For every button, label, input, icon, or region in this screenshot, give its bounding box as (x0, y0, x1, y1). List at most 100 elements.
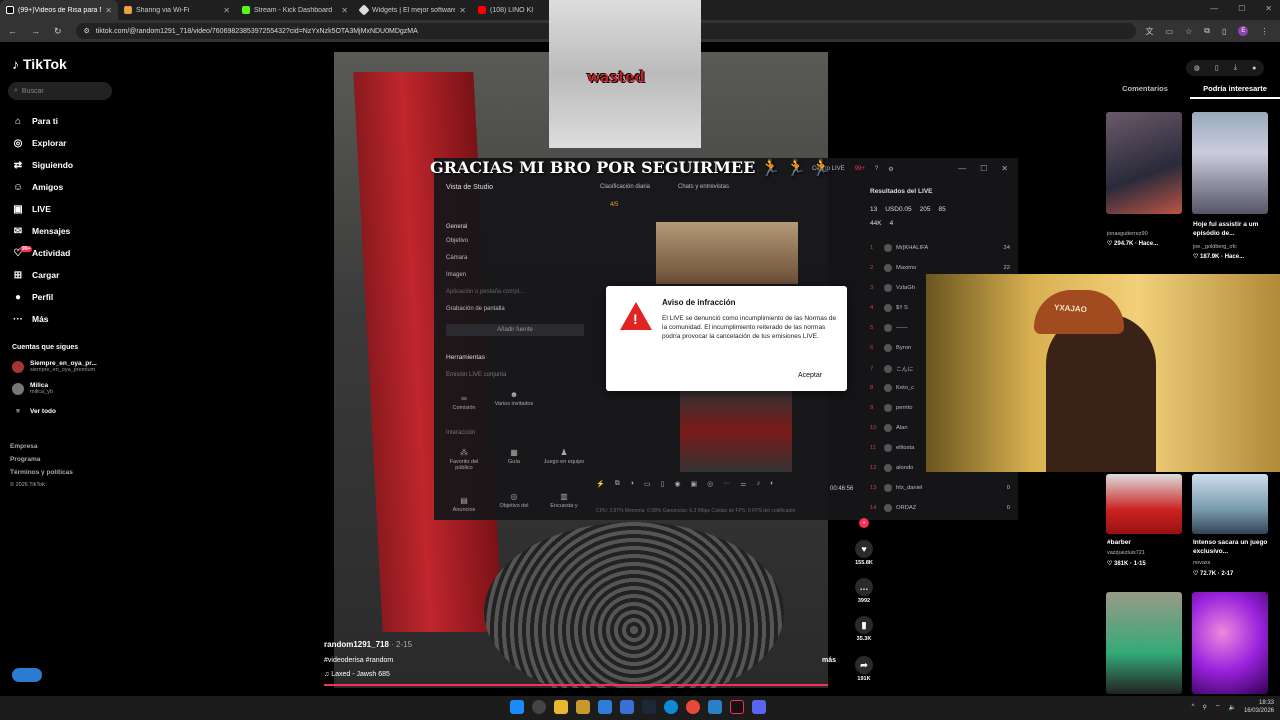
maximize-icon[interactable]: ☐ (980, 164, 987, 173)
copy-icon[interactable]: ⧉ (615, 480, 620, 488)
close-tab-icon[interactable]: ✕ (105, 6, 112, 15)
footer-link[interactable]: Programa (10, 453, 73, 466)
phone-icon[interactable]: ▯ (661, 480, 665, 488)
tool-announcements[interactable]: ▤ Anuncios (442, 496, 486, 513)
sidebar-item-para-ti[interactable]: ⌂ Para ti (12, 110, 73, 132)
tab-sharing[interactable]: Sharing via Wi-Fi ✕ (118, 0, 236, 20)
sidebar-item-amigos[interactable]: ☺ Amigos (12, 176, 73, 198)
layout-icon[interactable]: ▣ (691, 480, 698, 488)
general-label[interactable]: General (446, 224, 467, 230)
suggested-user[interactable]: joe._goldberg_ofc (1193, 244, 1271, 250)
source-item[interactable]: Imagen (446, 272, 466, 278)
video-progress-bar[interactable] (324, 684, 828, 686)
suggested-user[interactable]: novaxs (1193, 560, 1271, 566)
reload-icon[interactable]: ↻ (54, 26, 62, 37)
chrome-icon[interactable] (686, 700, 700, 714)
studio-view-title[interactable]: Vista de Studio (446, 184, 493, 191)
steam-icon[interactable] (642, 700, 656, 714)
close-tab-icon[interactable]: ✕ (459, 6, 466, 15)
mic-icon[interactable]: ◐ (770, 480, 774, 488)
suggested-thumbnail[interactable] (1106, 112, 1182, 214)
profile-avatar[interactable]: E (1238, 26, 1249, 36)
search-input[interactable]: ⌕ Buscar (8, 82, 112, 100)
site-info-icon[interactable]: ⚙ (84, 27, 90, 35)
download-icon[interactable]: ⤓ (1234, 64, 1237, 72)
extensions-icon[interactable]: ⧉ (1204, 26, 1210, 36)
tab-chats[interactable]: Chats y entrevistas (678, 184, 729, 190)
tab-comentarios[interactable]: Comentarios (1100, 84, 1190, 99)
suggested-thumbnail[interactable] (1106, 474, 1182, 534)
ranking-row[interactable]: 13 htx_daniel 0 (870, 484, 1010, 492)
suggested-user[interactable]: jonasgutierrez90 (1107, 231, 1185, 237)
minimize-icon[interactable]: — (1210, 4, 1218, 13)
close-tab-icon[interactable]: ✕ (341, 6, 348, 15)
source-item[interactable]: Aplicación o pestaña compl... (446, 289, 524, 295)
target-icon[interactable]: ◎ (707, 480, 713, 488)
tray-chevron-icon[interactable]: ^ (1192, 704, 1195, 710)
footer-link[interactable]: Términos y políticas (10, 466, 73, 479)
video-hashtags[interactable]: #videoderisa #random (324, 657, 393, 664)
tool-commission[interactable]: ∞ Comisión (442, 394, 486, 411)
user-avatar-icon[interactable]: ● (1252, 65, 1256, 72)
suggested-user[interactable]: vazquezluis721 (1107, 550, 1185, 556)
close-tab-icon[interactable]: ✕ (223, 6, 230, 15)
toggle-switch[interactable] (12, 668, 42, 682)
tool-wand-icon[interactable]: ⚡ (596, 480, 605, 488)
widgets-app-icon[interactable] (532, 700, 546, 714)
tool-poll[interactable]: ▥ Encuesta y (542, 492, 586, 509)
tool-audience-favorite[interactable]: ⁂ Favorito del público (442, 448, 486, 471)
add-source-button[interactable]: Añadir fuente (446, 324, 584, 336)
photos-icon[interactable] (708, 700, 722, 714)
tool-team-game[interactable]: ♟ Juego en equipo (542, 448, 586, 465)
suggested-caption[interactable]: Intenso sacara un juego exclusivo... (1193, 538, 1271, 556)
footer-link[interactable]: Empresa (10, 440, 73, 453)
forward-icon[interactable]: → (31, 26, 40, 37)
ranking-row[interactable]: 2 Maximo 22 (870, 264, 1010, 272)
notification-badge[interactable]: 99+ (855, 166, 865, 173)
sidebar-item-live[interactable]: ▣ LIVE (12, 198, 73, 220)
tab-daily-ranking[interactable]: Clasificación diaria (600, 184, 650, 190)
like-button[interactable]: ♥ 155.8K (848, 540, 880, 566)
network-icon[interactable]: ⌔ (1215, 703, 1221, 711)
record-icon[interactable]: ◉ (674, 480, 680, 488)
tab-podria-interesarte[interactable]: Podría interesarte (1190, 84, 1280, 99)
suggested-thumbnail[interactable] (1192, 474, 1268, 534)
close-icon[interactable]: ✕ (1001, 164, 1008, 173)
tiktok-logo[interactable]: ♪ TikTok (12, 56, 67, 72)
sidebar-panel-icon[interactable]: ▯ (1222, 27, 1226, 36)
tiktok-live-studio-icon[interactable] (730, 700, 744, 714)
suggested-caption[interactable]: Hoje fui assistir a um episódio de... (1193, 220, 1271, 238)
sidebar-item-actividad[interactable]: ♡ 99+ Actividad (12, 242, 73, 264)
coin-icon[interactable]: ◍ (1194, 64, 1200, 72)
followed-account[interactable]: Milica milica_yb (12, 382, 53, 395)
effects-icon[interactable]: ◑ (630, 480, 634, 488)
cast-icon[interactable]: ▭ (1166, 27, 1174, 36)
more-link[interactable]: más (822, 657, 836, 664)
video-author[interactable]: random1291_718 (324, 640, 389, 649)
speaker-icon[interactable]: 🔈 (1228, 704, 1235, 711)
bookmark-star-icon[interactable]: ☆ (1185, 27, 1192, 36)
source-item[interactable]: Cámara (446, 255, 467, 261)
back-icon[interactable]: ← (8, 26, 17, 37)
tool-multi-guest[interactable]: ☻ Varios invitados (492, 390, 536, 407)
tool-guide[interactable]: ▦ Guía (492, 448, 536, 465)
device-icon[interactable]: ▯ (1215, 64, 1219, 72)
edge-icon[interactable] (664, 700, 678, 714)
comment-button[interactable]: … 3992 (848, 578, 880, 604)
folder-icon[interactable] (576, 700, 590, 714)
video-sound[interactable]: ♫ Laxed - Jawsh 685 (324, 671, 390, 678)
sidebar-item-explorar[interactable]: ◎ Explorar (12, 132, 73, 154)
file-explorer-icon[interactable] (554, 700, 568, 714)
suggested-thumbnail[interactable] (1106, 592, 1182, 694)
tool-goal[interactable]: ◎ Objetivo del (492, 492, 536, 509)
suggested-thumbnail[interactable] (1192, 112, 1268, 214)
followed-account[interactable]: Siempre_en_oya_pr... siempre_en_oya_premi… (12, 360, 97, 373)
tab-kick[interactable]: Stream - Kick Dashboard ✕ (236, 0, 354, 20)
share-button[interactable]: ➦ 191K (848, 656, 880, 682)
screen-icon[interactable]: ▭ (644, 480, 651, 488)
menu-dots-icon[interactable]: ⋮ (1260, 27, 1268, 36)
mixer-icon[interactable]: ⚌ (740, 480, 746, 488)
suggested-thumbnail[interactable] (1192, 592, 1268, 694)
more-dots-icon[interactable]: ··· (723, 480, 730, 488)
save-button[interactable]: ▮ 35.3K (848, 616, 880, 642)
